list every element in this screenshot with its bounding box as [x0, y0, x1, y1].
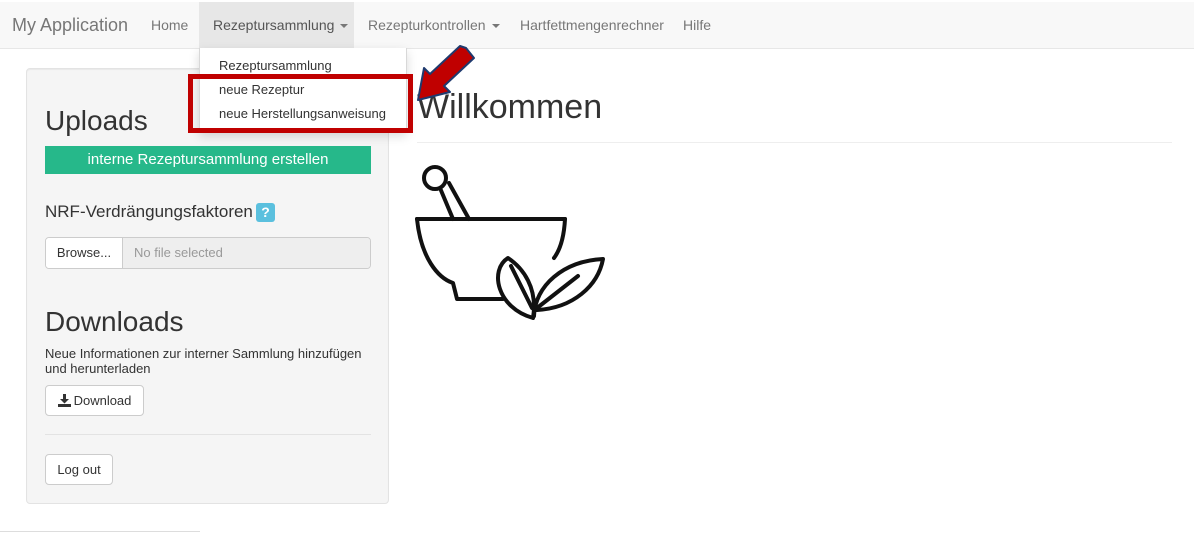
nav-rezepturkontrollen-label: Rezepturkontrollen [368, 17, 486, 33]
download-button[interactable]: Download [45, 385, 144, 416]
red-arrow-icon [417, 45, 475, 101]
uploads-heading: Uploads [45, 105, 148, 136]
title-divider [417, 142, 1172, 143]
downloads-description: Neue Informationen zur interner Sammlung… [45, 346, 362, 376]
mortar-pestle-leaves-icon [415, 165, 605, 320]
downloads-heading: Downloads [45, 306, 184, 337]
nav-hilfe-label: Hilfe [683, 17, 712, 33]
nav-home[interactable]: Home [137, 2, 202, 49]
nav-hilfe[interactable]: Hilfe [669, 2, 725, 49]
nav-rezeptursammlung-label: Rezeptursammlung [213, 17, 335, 33]
nav-hartfettmengenrechner[interactable]: Hartfettmengenrechner [506, 2, 678, 49]
caret-down-icon [340, 24, 349, 29]
sidebar-divider [45, 434, 371, 435]
footer-line [0, 531, 200, 532]
nrf-label: NRF-Verdrängungsfaktoren [45, 202, 253, 221]
download-icon [57, 394, 71, 407]
nav-hartfettmengenrechner-label: Hartfettmengenrechner [520, 17, 664, 33]
download-button-label: Download [73, 393, 132, 408]
create-collection-button[interactable]: interne Rezeptursammlung erstellen [45, 146, 371, 174]
app-brand[interactable]: My Application [12, 2, 128, 49]
nav-home-label: Home [151, 17, 189, 33]
help-icon[interactable]: ? [256, 203, 275, 222]
caret-down-icon [491, 24, 500, 29]
browse-button[interactable]: Browse... [46, 238, 123, 268]
nav-rezeptursammlung[interactable]: Rezeptursammlung [199, 2, 354, 49]
navbar: My Application Home Rezeptursammlung Rez… [0, 2, 1194, 49]
nav-rezepturkontrollen[interactable]: Rezepturkontrollen [354, 2, 514, 49]
logout-button[interactable]: Log out [45, 454, 113, 485]
file-name-field: No file selected [123, 238, 370, 268]
annotation-highlight-box [188, 74, 413, 133]
file-input[interactable]: Browse... No file selected [45, 237, 371, 269]
